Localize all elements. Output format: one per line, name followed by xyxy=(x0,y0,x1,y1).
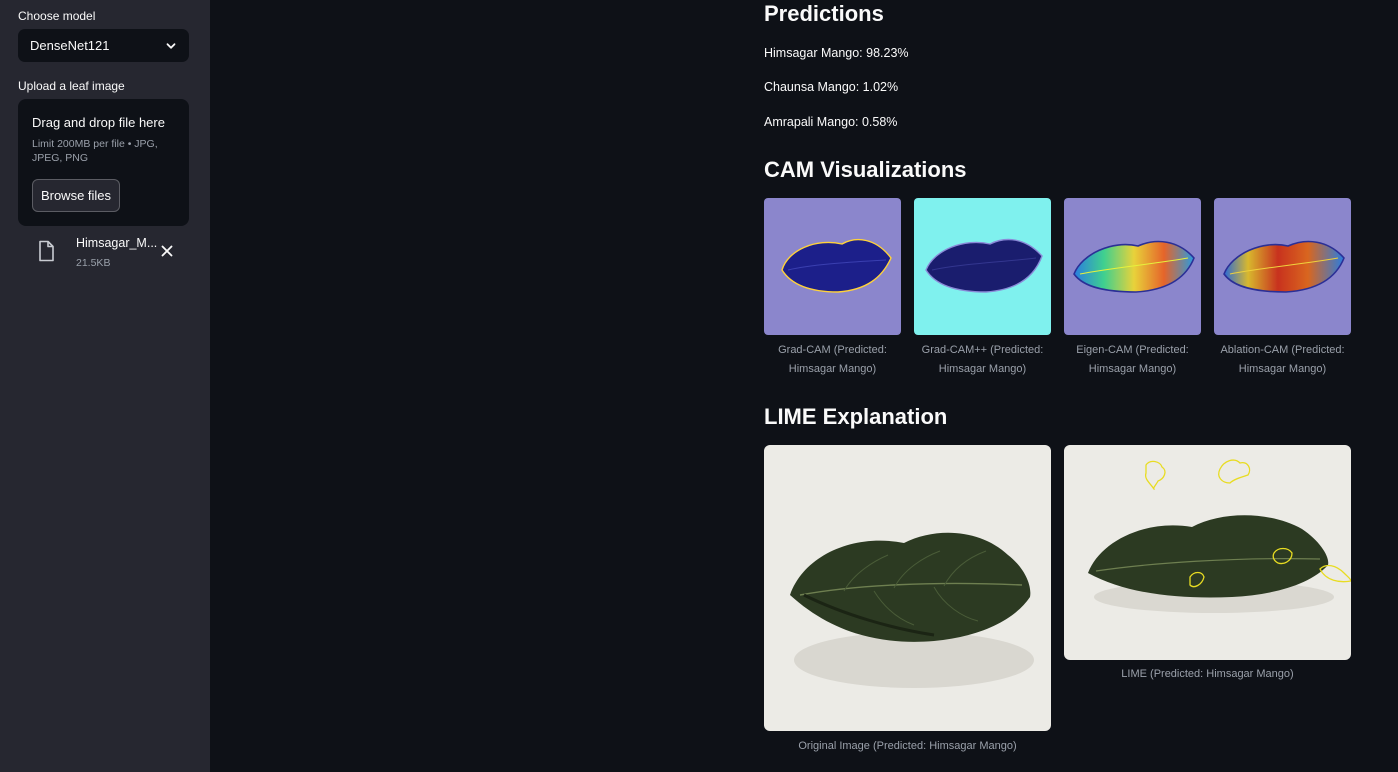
file-name: Himsagar_M... xyxy=(76,236,158,250)
lime-heading: LIME Explanation xyxy=(764,404,948,429)
eigencam-caption: Eigen-CAM (Predicted: Himsagar Mango) xyxy=(1076,344,1189,375)
gradcam-caption: Grad-CAM (Predicted: Himsagar Mango) xyxy=(778,344,887,375)
original-image-caption: Original Image (Predicted: Himsagar Mang… xyxy=(798,740,1017,752)
model-select-value: DenseNet121 xyxy=(30,38,110,53)
cam-heading: CAM Visualizations xyxy=(764,157,967,182)
gradcam-plus-caption: Grad-CAM++ (Predicted: Himsagar Mango) xyxy=(921,344,1044,375)
prediction-item: Himsagar Mango: 98.23% xyxy=(764,46,909,60)
gradcam-plus-image xyxy=(914,198,1051,335)
ablationcam-image xyxy=(1214,198,1351,335)
uploaded-file: Himsagar_M... 21.5KB xyxy=(36,236,186,272)
lime-caption: LIME (Predicted: Himsagar Mango) xyxy=(1121,668,1294,680)
dropzone-limit: Limit 200MB per file • JPG, JPEG, PNG xyxy=(32,138,158,164)
model-select-label: Choose model xyxy=(18,9,96,23)
lime-leaf-image xyxy=(1064,445,1351,660)
file-dropzone[interactable]: Drag and drop file here Limit 200MB per … xyxy=(18,99,189,226)
chevron-down-icon xyxy=(166,43,176,49)
file-size: 21.5KB xyxy=(76,257,111,269)
dropzone-title: Drag and drop file here xyxy=(32,115,165,130)
prediction-item: Chaunsa Mango: 1.02% xyxy=(764,80,899,94)
upload-label: Upload a leaf image xyxy=(18,79,125,93)
original-leaf-image xyxy=(764,445,1051,731)
ablationcam-caption: Ablation-CAM (Predicted: Himsagar Mango) xyxy=(1220,344,1345,375)
sidebar: Choose model DenseNet121 Upload a leaf i… xyxy=(0,0,210,772)
eigencam-image xyxy=(1064,198,1201,335)
predictions-heading: Predictions xyxy=(764,1,884,26)
file-icon xyxy=(39,240,54,262)
gradcam-image xyxy=(764,198,901,335)
prediction-item: Amrapali Mango: 0.58% xyxy=(764,115,898,129)
browse-files-button[interactable]: Browse files xyxy=(32,179,120,212)
model-select[interactable]: DenseNet121 xyxy=(18,29,189,62)
close-icon[interactable] xyxy=(160,244,174,258)
